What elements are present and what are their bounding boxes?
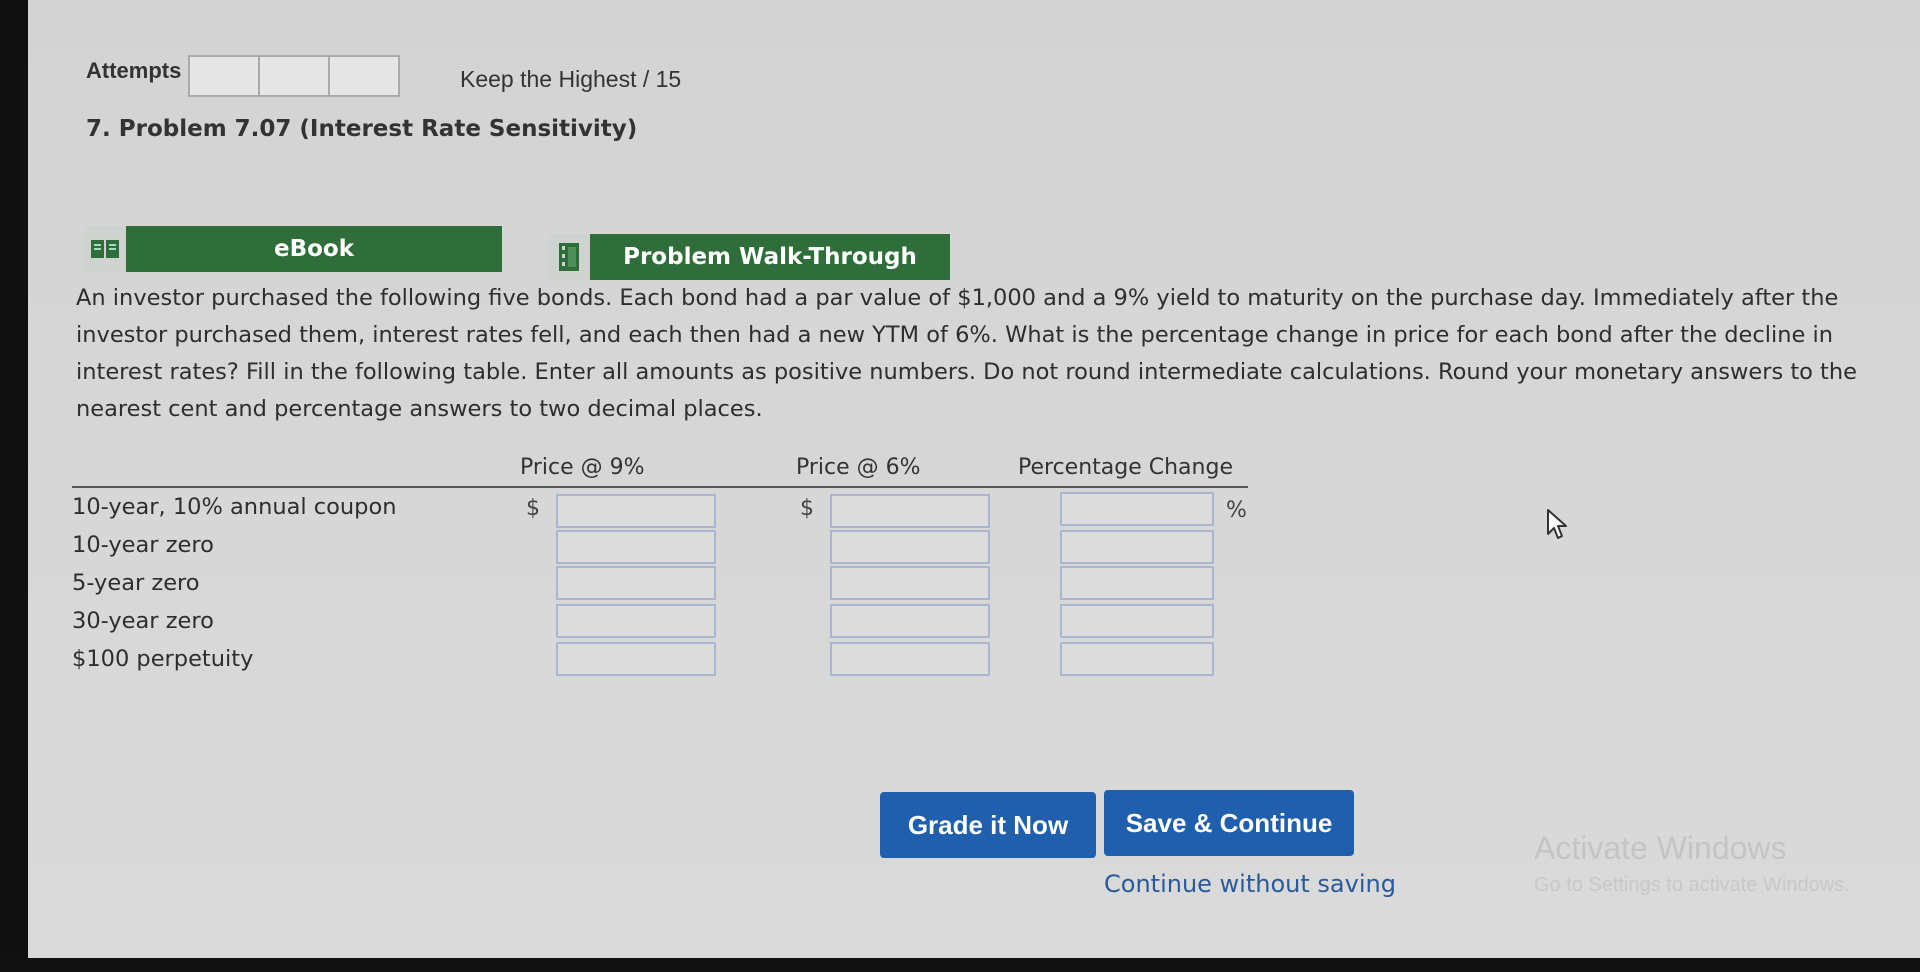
mouse-pointer-icon: [1546, 508, 1570, 544]
save-and-continue-button[interactable]: Save & Continue: [1104, 790, 1354, 856]
row-label-10-year-zero: 10-year zero: [72, 532, 214, 558]
pct-change-input-30-year-zero[interactable]: [1060, 604, 1214, 638]
column-header-percentage-change: Percentage Change: [1018, 455, 1233, 480]
price-6-input-5-year-zero[interactable]: [830, 566, 990, 600]
price-9-input-5-year-zero[interactable]: [556, 566, 716, 600]
ebook-button-label: eBook: [273, 236, 355, 262]
pct-change-input-10-year-zero[interactable]: [1060, 530, 1214, 564]
problem-walkthrough-label: Problem Walk-Through: [623, 244, 917, 270]
attempt-box: [258, 55, 330, 97]
keep-highest-label: Keep the Highest / 15: [460, 66, 682, 92]
column-header-price-9: Price @ 9%: [520, 455, 645, 480]
activate-windows-watermark: Activate Windows: [1534, 830, 1787, 866]
attempt-boxes: [188, 55, 400, 97]
screen-bezel-bottom: [0, 958, 1920, 972]
ebook-button[interactable]: eBook: [84, 226, 502, 272]
problem-walkthrough-button[interactable]: Problem Walk-Through: [548, 234, 950, 280]
currency-symbol: $: [800, 496, 814, 521]
price-6-input-10-year-coupon[interactable]: [830, 494, 990, 528]
continue-without-saving-link[interactable]: Continue without saving: [1104, 870, 1396, 898]
price-6-input-100-perpetuity[interactable]: [830, 642, 990, 676]
row-label-10-year-coupon: 10-year, 10% annual coupon: [72, 494, 397, 520]
price-6-input-30-year-zero[interactable]: [830, 604, 990, 638]
price-9-input-10-year-coupon[interactable]: [556, 494, 716, 528]
table-header-divider: [72, 486, 1248, 488]
row-label-30-year-zero: 30-year zero: [72, 608, 214, 634]
currency-symbol: $: [526, 496, 540, 521]
problem-title: 7. Problem 7.07 (Interest Rate Sensitivi…: [86, 116, 638, 142]
attempt-box: [188, 55, 260, 97]
activate-windows-subtitle: Go to Settings to activate Windows.: [1534, 874, 1850, 896]
price-6-input-10-year-zero[interactable]: [830, 530, 990, 564]
price-9-input-30-year-zero[interactable]: [556, 604, 716, 638]
film-icon: [548, 234, 590, 280]
attempts-label: Attempts: [86, 58, 182, 83]
question-text: An investor purchased the following five…: [76, 285, 1857, 422]
book-icon: [84, 226, 126, 272]
row-label-100-perpetuity: $100 perpetuity: [72, 646, 254, 672]
grade-it-now-button[interactable]: Grade it Now: [880, 792, 1096, 858]
price-9-input-100-perpetuity[interactable]: [556, 642, 716, 676]
price-9-input-10-year-zero[interactable]: [556, 530, 716, 564]
pct-change-input-10-year-coupon[interactable]: [1060, 492, 1214, 526]
pct-change-input-5-year-zero[interactable]: [1060, 566, 1214, 600]
attempt-box: [328, 55, 400, 97]
column-header-price-6: Price @ 6%: [796, 455, 921, 480]
row-label-5-year-zero: 5-year zero: [72, 570, 200, 596]
percent-symbol: %: [1226, 498, 1247, 523]
pct-change-input-100-perpetuity[interactable]: [1060, 642, 1214, 676]
screen-bezel-left: [0, 0, 28, 972]
